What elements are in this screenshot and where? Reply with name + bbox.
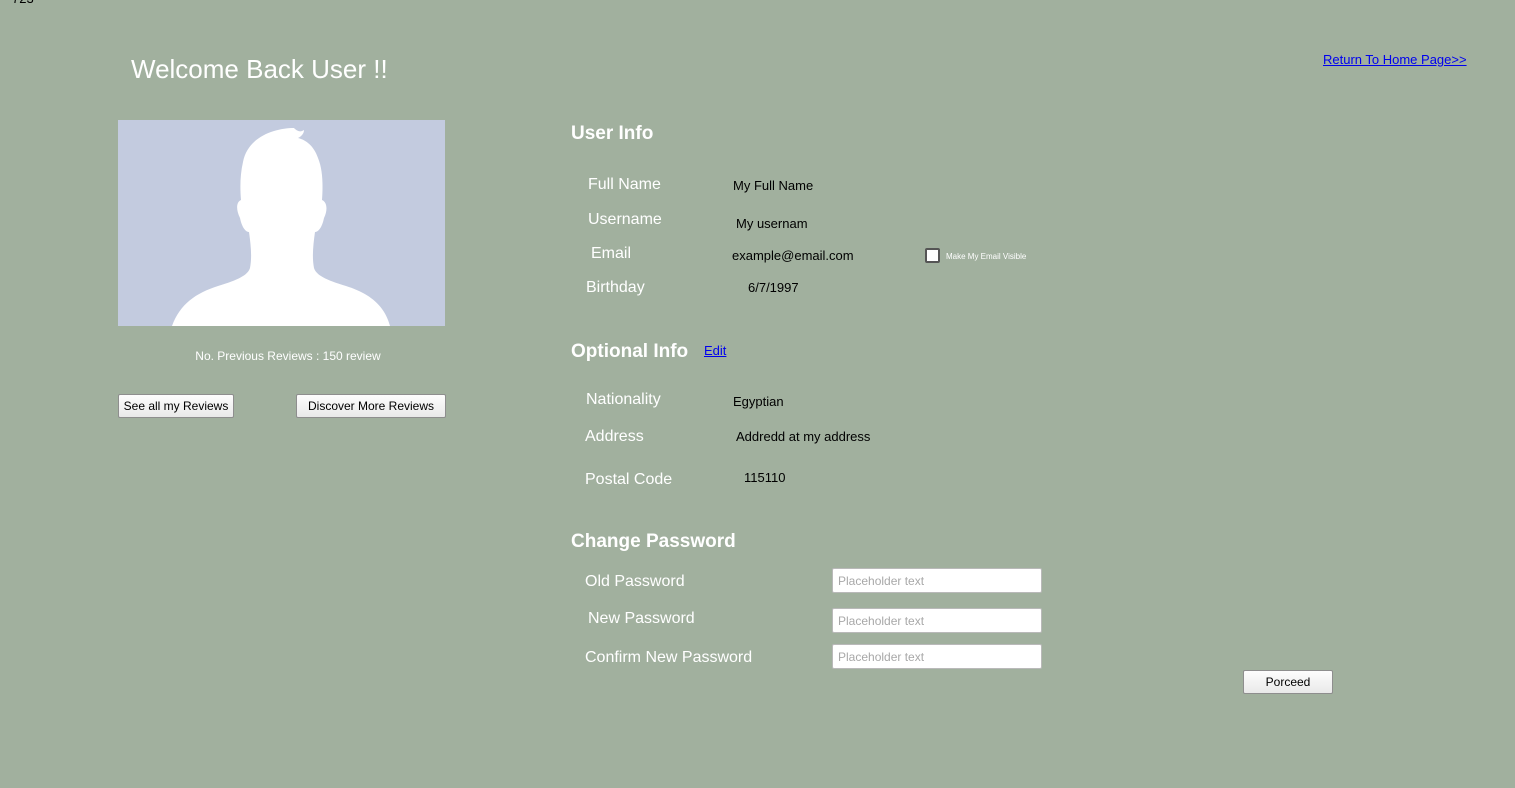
- birthday-value: 6/7/1997: [748, 280, 799, 295]
- reviews-count: No. Previous Reviews : 150 review: [195, 349, 381, 363]
- address-label: Address: [585, 428, 644, 445]
- nationality-label: Nationality: [586, 391, 661, 408]
- postal-code-label: Postal Code: [585, 471, 673, 488]
- nationality-value: Egyptian: [733, 394, 784, 409]
- discover-reviews-button[interactable]: Discover More Reviews: [296, 394, 446, 418]
- email-visible-checkbox[interactable]: [925, 248, 940, 263]
- email-visible-label: Make My Email Visible: [946, 252, 1027, 261]
- full-name-label: Full Name: [588, 176, 661, 193]
- old-password-input[interactable]: [832, 568, 1042, 593]
- proceed-button[interactable]: Porceed: [1243, 670, 1333, 694]
- birthday-label: Birthday: [586, 279, 645, 296]
- return-home-link[interactable]: Return To Home Page>>: [1323, 52, 1467, 67]
- confirm-password-input[interactable]: [832, 644, 1042, 669]
- user-silhouette-icon: [172, 128, 390, 326]
- optional-info-title: Optional Info: [571, 341, 689, 362]
- page-title: Welcome Back User !!: [131, 54, 388, 84]
- edit-optional-info-link[interactable]: Edit: [704, 343, 726, 358]
- postal-code-value: 115110: [744, 470, 786, 485]
- address-value: Addredd at my address: [736, 429, 871, 444]
- email-value: example@email.com: [732, 248, 854, 263]
- username-label: Username: [588, 211, 662, 228]
- new-password-label: New Password: [588, 610, 695, 627]
- old-password-label: Old Password: [585, 573, 685, 590]
- corner-text: 723: [12, 0, 34, 6]
- profile-page: 723 Welcome Back User !! Return To Home …: [0, 0, 1515, 788]
- confirm-password-label: Confirm New Password: [585, 649, 753, 666]
- change-password-title: Change Password: [571, 531, 736, 552]
- username-value: My usernam: [736, 216, 808, 231]
- full-name-value: My Full Name: [733, 178, 814, 193]
- user-info-title: User Info: [571, 123, 654, 144]
- see-all-reviews-button[interactable]: See all my Reviews: [118, 394, 234, 418]
- new-password-input[interactable]: [832, 608, 1042, 633]
- avatar: [118, 120, 445, 326]
- email-label: Email: [591, 245, 632, 262]
